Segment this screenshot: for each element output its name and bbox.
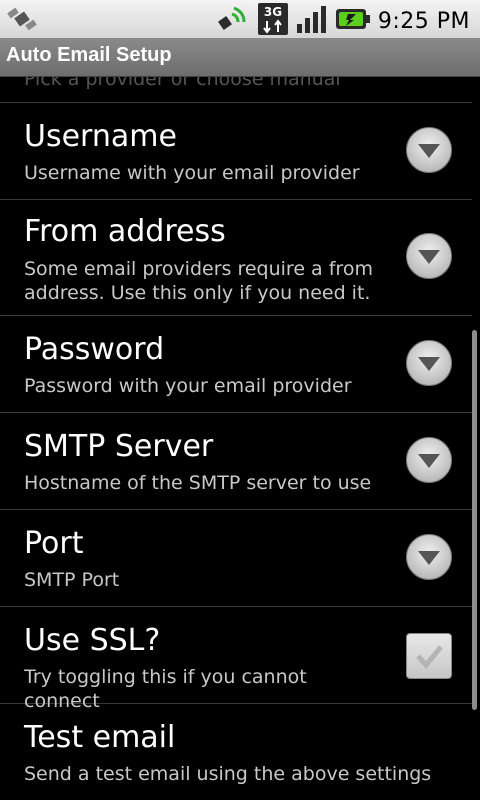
setting-subtitle: Some email providers require a from addr… bbox=[24, 258, 373, 304]
page-title: Auto Email Setup bbox=[6, 44, 172, 66]
setting-title: Port bbox=[24, 526, 84, 561]
3g-data-icon: 3G bbox=[257, 3, 288, 39]
ssl-checkbox[interactable] bbox=[406, 633, 452, 679]
setting-subtitle: Send a test email using the above settin… bbox=[24, 763, 432, 785]
setting-title: From address bbox=[24, 214, 226, 249]
settings-list[interactable]: Pick a provider or choose manual Usernam… bbox=[0, 77, 480, 800]
setting-use-ssl[interactable]: Use SSL? Try toggling this if you cannot… bbox=[0, 607, 472, 712]
network-type-label: 3G bbox=[264, 5, 282, 19]
chevron-down-icon[interactable] bbox=[406, 127, 452, 173]
setting-test-email[interactable]: Test email Send a test email using the a… bbox=[0, 704, 472, 800]
setting-title: Password bbox=[24, 332, 165, 367]
chevron-down-icon[interactable] bbox=[406, 233, 452, 279]
setting-subtitle: Password with your email provider bbox=[24, 375, 352, 397]
setting-subtitle: Username with your email provider bbox=[24, 162, 360, 184]
setting-smtp-server[interactable]: SMTP Server Hostname of the SMTP server … bbox=[0, 413, 472, 510]
setting-title: Use SSL? bbox=[24, 623, 161, 658]
signal-strength-icon bbox=[296, 4, 328, 38]
list-item-subtitle: Pick a provider or choose manual bbox=[24, 77, 341, 90]
setting-title: Test email bbox=[24, 720, 176, 755]
battery-icon bbox=[335, 5, 370, 37]
title-bar: Auto Email Setup bbox=[0, 38, 480, 77]
setting-port[interactable]: Port SMTP Port bbox=[0, 510, 472, 607]
setting-username[interactable]: Username Username with your email provid… bbox=[0, 103, 472, 200]
scrollbar[interactable] bbox=[472, 330, 477, 710]
setting-from-address[interactable]: From address Some email providers requir… bbox=[0, 200, 472, 316]
satellite-icon bbox=[6, 4, 40, 38]
list-item-partial[interactable]: Pick a provider or choose manual bbox=[0, 77, 472, 103]
clock: 9:25 PM bbox=[377, 8, 470, 34]
chevron-down-icon[interactable] bbox=[406, 340, 452, 386]
setting-subtitle: SMTP Port bbox=[24, 569, 120, 591]
setting-title: Username bbox=[24, 119, 177, 154]
status-bar: 3G 9:25 PM bbox=[0, 0, 480, 39]
chevron-down-icon[interactable] bbox=[406, 534, 452, 580]
setting-subtitle: Hostname of the SMTP server to use bbox=[24, 472, 372, 494]
check-icon bbox=[416, 645, 443, 669]
setting-password[interactable]: Password Password with your email provid… bbox=[0, 316, 472, 413]
signal-waves-icon bbox=[216, 4, 250, 38]
chevron-down-icon[interactable] bbox=[406, 437, 452, 483]
setting-title: SMTP Server bbox=[24, 429, 214, 464]
